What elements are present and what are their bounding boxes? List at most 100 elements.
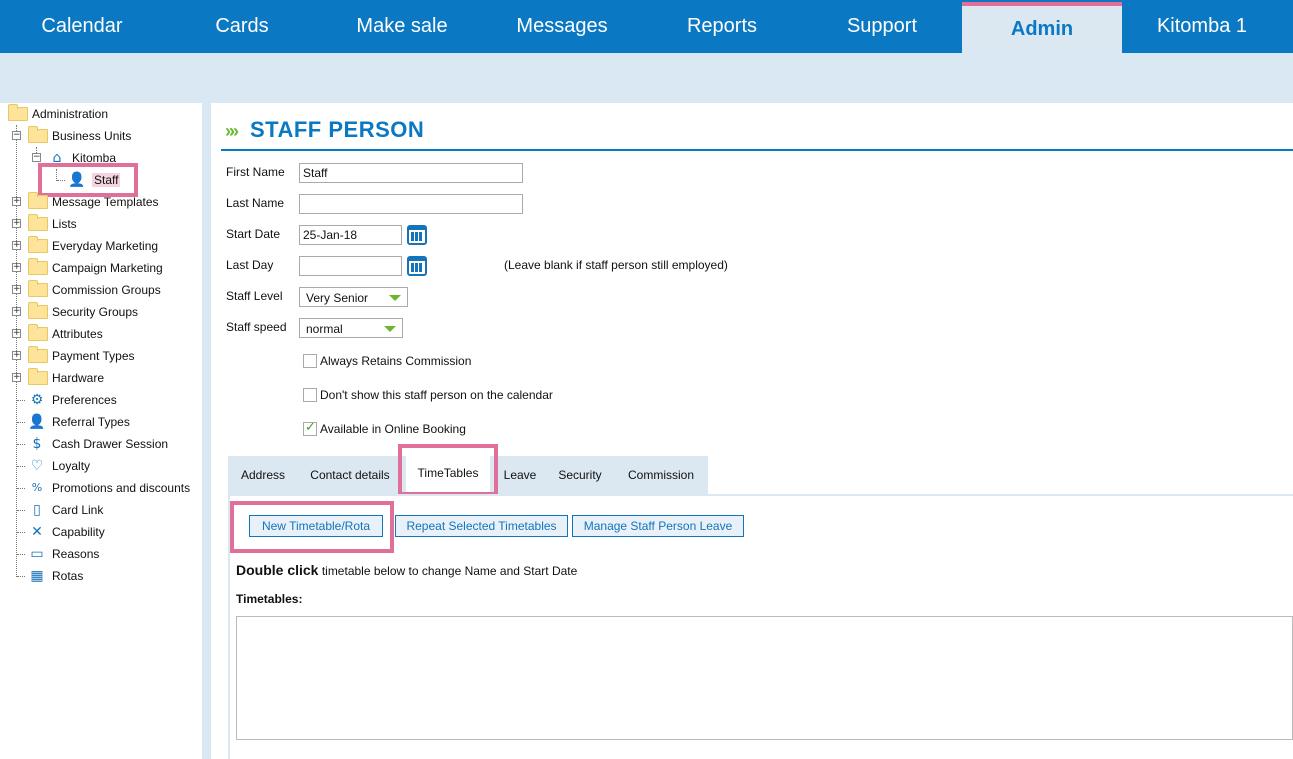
expand-icon[interactable]: + bbox=[12, 307, 21, 316]
staff-level-select[interactable]: Very Senior bbox=[299, 287, 408, 307]
tree-item-everyday-marketing[interactable]: + Everyday Marketing bbox=[0, 235, 202, 257]
tree-connector bbox=[17, 400, 25, 401]
tree-item-business-units[interactable]: − Business Units bbox=[0, 125, 202, 147]
timetables-list[interactable] bbox=[236, 616, 1293, 740]
tree-item-hardware[interactable]: + Hardware bbox=[0, 367, 202, 389]
staff-speed-select[interactable]: normal bbox=[299, 318, 403, 338]
tree-item-label: Card Link bbox=[52, 503, 104, 517]
tree-item-capability[interactable]: ✕ Capability bbox=[0, 521, 202, 543]
expand-icon[interactable]: + bbox=[12, 329, 21, 338]
timetables-hint: Double click timetable below to change N… bbox=[236, 562, 577, 578]
tree-item-reasons[interactable]: ▭ Reasons bbox=[0, 543, 202, 565]
tab-contact-details[interactable]: Contact details bbox=[298, 456, 402, 494]
last-day-field[interactable] bbox=[299, 256, 402, 276]
expand-icon[interactable]: + bbox=[12, 219, 21, 228]
tree-item-payment-types[interactable]: + Payment Types bbox=[0, 345, 202, 367]
folder-icon bbox=[28, 368, 48, 385]
tree-item-label: Campaign Marketing bbox=[52, 261, 163, 275]
staff-speed-label: Staff speed bbox=[226, 320, 287, 334]
tree-item-referral-types[interactable]: 👤 Referral Types bbox=[0, 411, 202, 433]
last-day-label: Last Day bbox=[226, 258, 274, 272]
folder-icon bbox=[28, 258, 48, 275]
tree-connector bbox=[17, 510, 25, 511]
hide-on-calendar-label: Don't show this staff person on the cale… bbox=[320, 388, 553, 402]
tree-item-label: Message Templates bbox=[52, 195, 159, 209]
chevrons-icon: »» bbox=[225, 121, 239, 141]
tree-connector bbox=[17, 466, 25, 467]
cash-drawer-icon: $ bbox=[32, 436, 42, 452]
tree-item-label: Referral Types bbox=[52, 415, 130, 429]
staff-speed-value: normal bbox=[306, 322, 343, 336]
tree-item-preferences[interactable]: ⚙ Preferences bbox=[0, 389, 202, 411]
collapse-icon[interactable]: − bbox=[12, 131, 21, 140]
expand-icon[interactable]: + bbox=[12, 373, 21, 382]
nav-tab-reports[interactable]: Reports bbox=[642, 0, 802, 53]
tree-item-loyalty[interactable]: ♡ Loyalty bbox=[0, 455, 202, 477]
manage-leave-button[interactable]: Manage Staff Person Leave bbox=[572, 515, 744, 537]
tree-item-label: Cash Drawer Session bbox=[52, 437, 169, 451]
tree-item-message-templates[interactable]: + Message Templates bbox=[0, 191, 202, 213]
tree-connector bbox=[17, 422, 25, 423]
tools-icon: ✕ bbox=[31, 524, 43, 540]
tab-leave[interactable]: Leave bbox=[498, 456, 542, 494]
tree-item-cash-drawer-session[interactable]: $ Cash Drawer Session bbox=[0, 433, 202, 455]
card-link-icon: ▯ bbox=[33, 502, 41, 518]
repeat-timetables-button[interactable]: Repeat Selected Timetables bbox=[395, 515, 568, 537]
title-divider bbox=[221, 149, 1293, 151]
tree-item-commission-groups[interactable]: + Commission Groups bbox=[0, 279, 202, 301]
always-retains-commission-checkbox[interactable] bbox=[303, 354, 317, 368]
highlight-timetables-tab bbox=[398, 444, 498, 496]
speech-bubble-icon: ▭ bbox=[30, 546, 44, 562]
tree-connector bbox=[17, 488, 25, 489]
folder-icon bbox=[28, 236, 48, 253]
timetables-list-label: Timetables: bbox=[236, 592, 303, 606]
calendar-picker-icon[interactable] bbox=[407, 225, 427, 245]
expand-icon[interactable]: + bbox=[12, 285, 21, 294]
online-booking-checkbox[interactable] bbox=[303, 420, 317, 436]
nav-tab-messages[interactable]: Messages bbox=[482, 0, 642, 53]
tree-item-administration[interactable]: Administration bbox=[0, 103, 202, 125]
start-date-field[interactable] bbox=[299, 225, 402, 245]
expand-icon[interactable]: + bbox=[12, 197, 21, 206]
tree-item-rotas[interactable]: ▦ Rotas bbox=[0, 565, 202, 587]
folder-icon bbox=[28, 280, 48, 297]
folder-icon bbox=[28, 324, 48, 341]
calendar-icon: ▦ bbox=[30, 568, 44, 584]
tree-item-card-link[interactable]: ▯ Card Link bbox=[0, 499, 202, 521]
tree-connector bbox=[17, 444, 25, 445]
tab-commission[interactable]: Commission bbox=[616, 456, 706, 494]
tree-item-label: Business Units bbox=[52, 129, 132, 143]
last-name-field[interactable] bbox=[299, 194, 523, 214]
tab-address[interactable]: Address bbox=[228, 456, 298, 494]
nav-tab-admin[interactable]: Admin bbox=[962, 2, 1122, 53]
calendar-picker-icon[interactable] bbox=[407, 256, 427, 276]
first-name-field[interactable] bbox=[299, 163, 523, 183]
tree-item-attributes[interactable]: + Attributes bbox=[0, 323, 202, 345]
expand-icon[interactable]: + bbox=[12, 263, 21, 272]
tree-item-label: Capability bbox=[52, 525, 105, 539]
collapse-icon[interactable]: − bbox=[32, 153, 41, 162]
nav-tab-kitomba-1[interactable]: Kitomba 1 bbox=[1122, 0, 1282, 53]
expand-icon[interactable]: + bbox=[12, 351, 21, 360]
folder-icon bbox=[28, 192, 48, 209]
tree-item-promotions[interactable]: % Promotions and discounts bbox=[0, 477, 202, 499]
nav-tab-calendar[interactable]: Calendar bbox=[2, 0, 162, 53]
tab-security[interactable]: Security bbox=[550, 456, 610, 494]
tree-item-label: Attributes bbox=[52, 327, 103, 341]
highlight-new-timetable-button bbox=[230, 501, 394, 553]
staff-level-value: Very Senior bbox=[306, 291, 369, 305]
tree-item-security-groups[interactable]: + Security Groups bbox=[0, 301, 202, 323]
online-booking-label: Available in Online Booking bbox=[320, 422, 466, 436]
tree-item-label: Reasons bbox=[52, 547, 100, 561]
expand-icon[interactable]: + bbox=[12, 241, 21, 250]
tree-item-lists[interactable]: + Lists bbox=[0, 213, 202, 235]
hide-on-calendar-checkbox[interactable] bbox=[303, 388, 317, 402]
nav-tab-make-sale[interactable]: Make sale bbox=[322, 0, 482, 53]
percent-icon: % bbox=[31, 481, 43, 494]
last-name-label: Last Name bbox=[226, 196, 285, 210]
tree-connector bbox=[17, 576, 25, 577]
tree-item-campaign-marketing[interactable]: + Campaign Marketing bbox=[0, 257, 202, 279]
last-day-hint: (Leave blank if staff person still emplo… bbox=[504, 258, 728, 272]
nav-tab-cards[interactable]: Cards bbox=[162, 0, 322, 53]
nav-tab-support[interactable]: Support bbox=[802, 0, 962, 53]
